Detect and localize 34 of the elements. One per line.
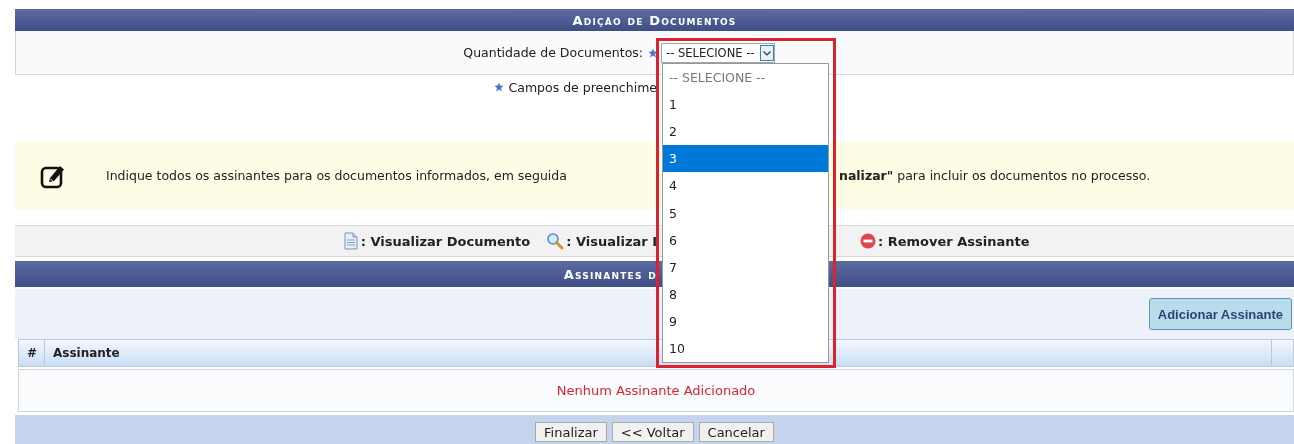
legend-label: : Remover Assinante (878, 233, 1030, 249)
form-button[interactable]: Cancelar (698, 422, 774, 442)
dropdown-option[interactable]: 2 (663, 118, 828, 146)
empty-message: Nenhum Assinante Adicionado (556, 383, 756, 398)
instruction-text: nalizar" para incluir os documentos no processo. (839, 168, 1151, 183)
dropdown-option[interactable]: 10 (663, 334, 828, 363)
legend-label: : Visualizar Documento (360, 233, 531, 249)
required-star-icon (648, 47, 658, 58)
dropdown-option[interactable]: 6 (663, 226, 828, 254)
dropdown-option[interactable]: -- SELECIONE -- (663, 64, 828, 92)
form-button[interactable]: << Voltar (611, 422, 694, 442)
remove-icon (860, 233, 876, 249)
dropdown-option[interactable]: 7 (663, 253, 828, 281)
column-header: Assinante (52, 346, 120, 360)
column-header: # (26, 346, 38, 360)
dropdown-option[interactable]: 1 (663, 91, 828, 119)
section-title: Adição de Documentos (572, 12, 737, 28)
quantity-select[interactable]: -- SELECIONE -- (661, 42, 775, 63)
dropdown-option[interactable]: 3 (663, 145, 828, 173)
dropdown-option[interactable]: 8 (663, 280, 828, 308)
instruction-text: Indique todos os assinantes para os documentos informados, em seguida (106, 168, 567, 183)
document-icon (342, 232, 359, 250)
required-fields-note: Campos de preenchime (508, 79, 657, 95)
form-button[interactable]: Finalizar (535, 422, 607, 442)
section-title: Assinantes d (563, 266, 657, 282)
field-label: Quantidade de Documentos: (463, 45, 643, 60)
required-star-icon (493, 82, 504, 92)
search-icon (546, 232, 565, 250)
dropdown-option[interactable]: 5 (663, 199, 828, 227)
dropdown-option[interactable]: 4 (663, 172, 828, 200)
add-signer-button[interactable]: Adicionar Assinante (1148, 298, 1292, 330)
chevron-icon (760, 44, 774, 61)
dropdown-option[interactable]: 9 (663, 307, 828, 335)
legend-label: : Visualizar I (566, 233, 657, 249)
